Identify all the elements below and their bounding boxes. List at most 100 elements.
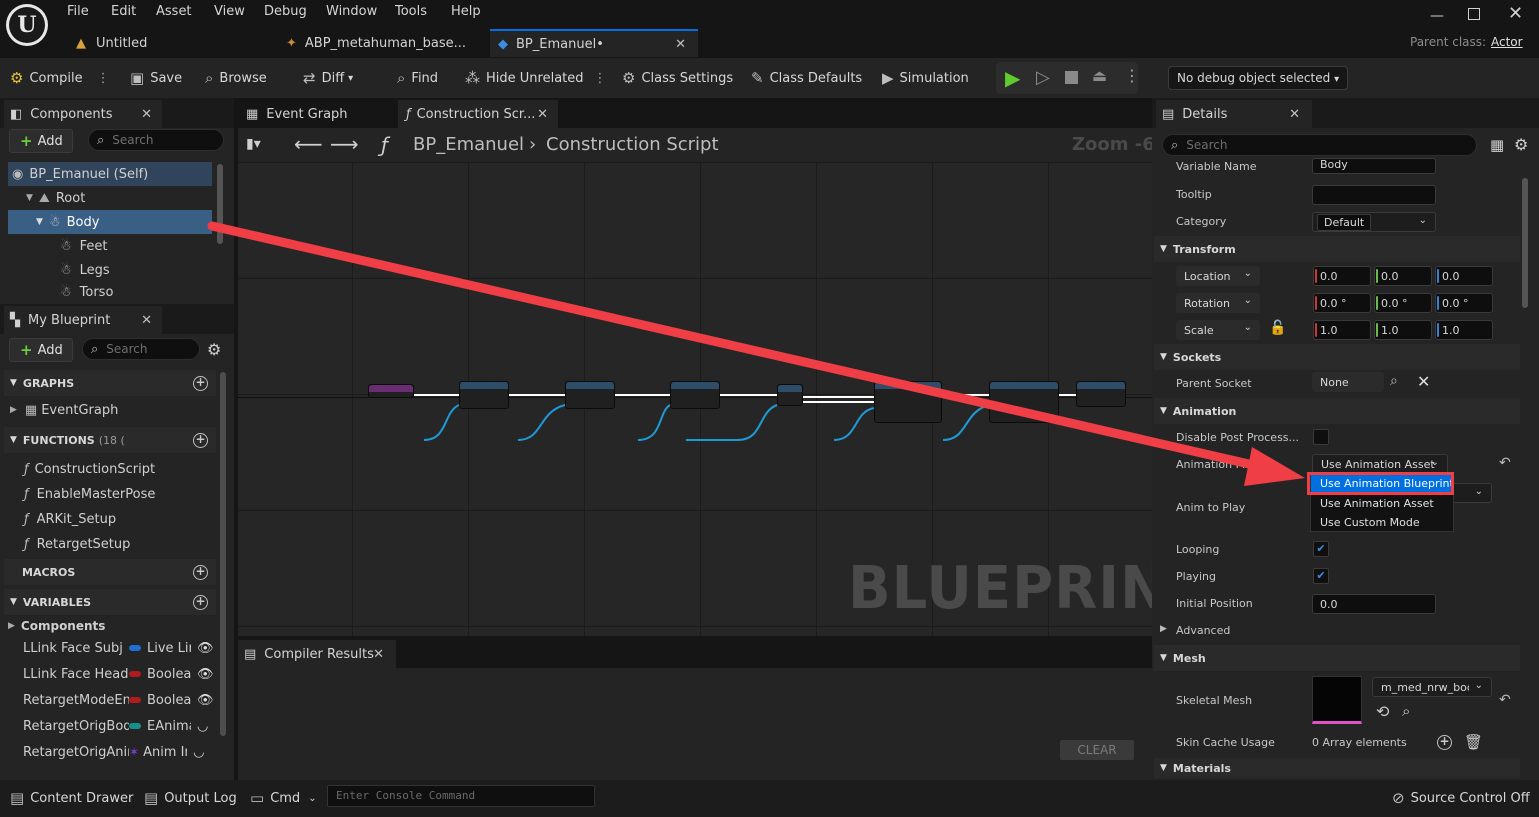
diff-button[interactable]: ⇄ Diff ▾: [303, 62, 353, 94]
clear-button[interactable]: CLEAR: [1060, 740, 1134, 760]
close-tab-icon[interactable]: ✕: [1289, 107, 1300, 122]
trash-icon[interactable]: 🗑: [1464, 733, 1483, 751]
eye-icon[interactable]: 👁: [197, 693, 214, 708]
menu-debug[interactable]: Debug: [264, 4, 307, 19]
mesh-section[interactable]: ▼ Mesh: [1154, 645, 1520, 671]
close-window-button[interactable]: ✕: [1508, 3, 1523, 24]
event-graph-tab[interactable]: ▦ Event Graph: [240, 100, 390, 128]
browse-button[interactable]: ⌕ Browse: [205, 62, 267, 94]
skeletal-mesh-select[interactable]: m_med_nrw_body⌄: [1372, 677, 1492, 697]
function-item-enablemasterpose[interactable]: ƒ EnableMasterPose: [24, 483, 155, 505]
my-blueprint-scrollbar[interactable]: [220, 372, 226, 736]
location-z-field[interactable]: 0.0: [1435, 266, 1493, 286]
construction-script-tab[interactable]: ƒ Construction Scr... ✕: [398, 100, 558, 128]
skeletal-mesh-thumbnail[interactable]: [1312, 676, 1362, 724]
tree-item-self[interactable]: ◉ BP_Emanuel (Self): [8, 162, 212, 186]
use-selected-asset-icon[interactable]: ⟲: [1376, 702, 1389, 721]
compiler-results-tab[interactable]: ▤ Compiler Results ✕: [238, 640, 396, 668]
close-tab-icon[interactable]: ✕: [141, 313, 152, 328]
location-x-field[interactable]: 0.0: [1313, 266, 1371, 286]
reset-to-default-icon[interactable]: ↶: [1499, 692, 1511, 708]
components-tab[interactable]: ◧ Components ✕: [4, 100, 162, 128]
menu-edit[interactable]: Edit: [111, 4, 136, 19]
back-arrow-icon[interactable]: ⟵: [294, 132, 323, 156]
stop-icon[interactable]: [1065, 71, 1078, 84]
clear-socket-icon[interactable]: ✕: [1417, 372, 1430, 391]
components-scrollbar[interactable]: [217, 164, 223, 244]
eye-icon[interactable]: 👁: [197, 641, 214, 656]
variable-item[interactable]: RetargetOrigAnin✶Anim In◡: [23, 740, 217, 764]
category-select[interactable]: Default ⌄: [1312, 212, 1436, 232]
doc-tab-abp[interactable]: ✦ ABP_metahuman_base...: [280, 29, 480, 57]
advanced-expander[interactable]: ▶: [1160, 624, 1167, 634]
variable-item[interactable]: LLink Face SubjLive Lin👁: [23, 636, 217, 660]
hide-unrelated-button[interactable]: ⁂ Hide Unrelated ⋮: [465, 62, 607, 94]
cmd-select[interactable]: ▭ Cmd ⌄: [250, 782, 317, 814]
dropdown-option-anim-asset[interactable]: Use Animation Asset: [1320, 497, 1434, 510]
parent-socket-field[interactable]: None: [1312, 372, 1384, 392]
add-graph-icon[interactable]: +: [193, 375, 208, 391]
initial-position-field[interactable]: 0.0: [1312, 594, 1436, 614]
eye-closed-icon[interactable]: ◡: [193, 745, 204, 760]
graphs-section[interactable]: ▼ GRAPHS +: [4, 370, 216, 396]
add-element-icon[interactable]: +: [1437, 735, 1452, 750]
step-icon[interactable]: ▷: [1036, 67, 1050, 88]
tree-item-body[interactable]: ▼ ☃ Body: [8, 210, 212, 234]
bookmark-icon[interactable]: ▮▾: [246, 136, 261, 152]
rotation-x-field[interactable]: 0.0 °: [1313, 293, 1371, 313]
breadcrumb-root[interactable]: BP_Emanuel: [413, 134, 524, 155]
close-tab-icon[interactable]: ✕: [537, 107, 548, 122]
playing-checkbox[interactable]: ✔: [1313, 568, 1329, 584]
disable-post-process-checkbox[interactable]: [1313, 429, 1329, 445]
my-blueprint-tab[interactable]: ▚ My Blueprint ✕: [4, 306, 162, 334]
anim-to-play-select[interactable]: ⌄: [1450, 483, 1492, 503]
content-drawer-button[interactable]: ▤ Content Drawer: [10, 782, 133, 814]
forward-arrow-icon[interactable]: ⟶: [330, 132, 359, 156]
minimize-button[interactable]: —: [1430, 8, 1444, 24]
function-item-retargetsetup[interactable]: ƒ RetargetSetup: [24, 533, 130, 555]
debug-object-select[interactable]: No debug object selected ▾: [1168, 66, 1348, 90]
add-function-icon[interactable]: +: [193, 432, 208, 448]
scale-y-field[interactable]: 1.0: [1374, 320, 1432, 340]
close-tab-icon[interactable]: ✕: [141, 107, 152, 122]
source-control-button[interactable]: ⊘ Source Control Off: [1392, 782, 1530, 814]
details-tab[interactable]: ▤ Details ✕: [1156, 100, 1312, 128]
variable-group-components[interactable]: ▶ Components: [8, 615, 105, 637]
play-options-icon[interactable]: ⋮: [1124, 66, 1140, 85]
lock-icon[interactable]: 🔓: [1269, 320, 1286, 336]
eye-icon[interactable]: 👁: [197, 667, 214, 682]
gear-icon[interactable]: ⚙: [1514, 135, 1528, 154]
variables-section[interactable]: ▼ VARIABLES +: [4, 589, 216, 615]
function-item-arkit-setup[interactable]: ƒ ARKit_Setup: [24, 508, 116, 530]
variable-name-field[interactable]: Body: [1312, 158, 1436, 174]
add-variable-icon[interactable]: +: [193, 594, 208, 610]
menu-window[interactable]: Window: [326, 4, 377, 19]
materials-section[interactable]: ▼ Materials: [1154, 758, 1520, 778]
rotation-y-field[interactable]: 0.0 °: [1374, 293, 1432, 313]
function-item-constructionscript[interactable]: ƒ ConstructionScript: [24, 458, 155, 480]
sockets-section[interactable]: ▼ Sockets: [1154, 344, 1520, 370]
maximize-button[interactable]: [1468, 8, 1480, 20]
tree-item-torso[interactable]: ☃ Torso: [8, 282, 212, 302]
animation-mode-select[interactable]: Use Animation Asset ⌄: [1312, 454, 1448, 474]
dropdown-option-custom-mode[interactable]: Use Custom Mode: [1320, 516, 1420, 529]
tooltip-field[interactable]: [1312, 185, 1436, 205]
add-member-button[interactable]: + Add: [9, 338, 73, 362]
console-command-input[interactable]: Enter Console Command: [327, 785, 595, 807]
browse-socket-icon[interactable]: ⌕: [1390, 373, 1398, 389]
eject-icon[interactable]: ⏏: [1092, 66, 1107, 85]
scale-mode-select[interactable]: Scale ⌄: [1176, 320, 1260, 340]
my-blueprint-search-input[interactable]: ⌕ Search: [82, 338, 200, 360]
tree-item-root[interactable]: ▼ ⛰ Root: [8, 186, 212, 210]
scale-z-field[interactable]: 1.0: [1435, 320, 1493, 340]
save-button[interactable]: ▣ Save: [130, 62, 182, 94]
menu-file[interactable]: File: [67, 4, 89, 19]
looping-checkbox[interactable]: ✔: [1313, 541, 1329, 557]
unreal-logo[interactable]: U: [6, 4, 48, 46]
find-button[interactable]: ⌕ Find: [397, 62, 438, 94]
animation-section[interactable]: ▼ Animation: [1154, 398, 1520, 424]
details-scrollbar[interactable]: [1522, 178, 1528, 308]
details-search-input[interactable]: ⌕ Search: [1162, 134, 1477, 156]
compile-button[interactable]: ⚙ Compile ⋮: [10, 62, 110, 94]
menu-help[interactable]: Help: [451, 4, 481, 19]
